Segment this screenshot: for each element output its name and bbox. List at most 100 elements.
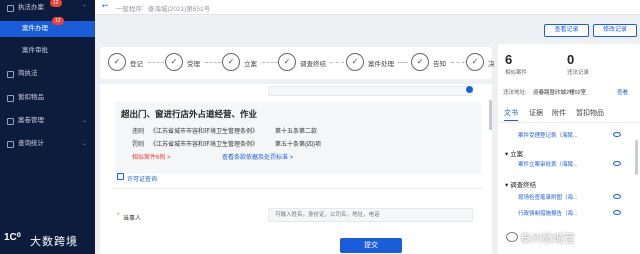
chevron-up-icon: ⌃	[81, 5, 87, 11]
gavel-icon	[7, 5, 14, 12]
scrollbar[interactable]	[635, 140, 638, 175]
tabs-divider	[498, 122, 640, 123]
sidebar-item-case-approval[interactable]: 案件审批	[0, 43, 95, 59]
address-view-link[interactable]: 查看	[617, 88, 628, 96]
scrollbar[interactable]	[489, 100, 492, 130]
step-label: 调查终结	[300, 61, 326, 68]
step-label: 登记	[130, 61, 143, 68]
check-icon: ✓	[165, 53, 183, 71]
breadcrumb-separator: |	[142, 3, 144, 10]
wechat-icon	[506, 232, 518, 242]
eye-icon[interactable]	[613, 161, 621, 166]
sidebar-item-label: 查询统计	[18, 140, 44, 147]
tab-seized-items[interactable]: 暂扣物品	[576, 108, 604, 118]
permit-query-link[interactable]: 许可证查询	[127, 174, 157, 183]
group-label: 调查终结	[510, 182, 537, 189]
party-input[interactable]	[268, 208, 473, 222]
address-label: 违法地址:	[503, 90, 527, 96]
chart-icon	[7, 141, 14, 148]
view-records-button[interactable]: 查看记录	[544, 24, 589, 37]
step-connector	[262, 62, 278, 63]
check-icon: ✓	[108, 53, 126, 71]
group-label: 立案	[510, 151, 524, 158]
check-icon: ✓	[222, 53, 240, 71]
document-link[interactable]: 案件立案审批表（海陵...	[518, 160, 578, 168]
check-icon: ✓	[278, 53, 296, 71]
watermark: 泰州微城管	[520, 233, 575, 245]
edit-records-button[interactable]: 修改记录	[593, 24, 637, 37]
check-icon: ✓	[346, 53, 364, 71]
step-label: 立案	[244, 61, 257, 68]
chevron-down-icon: ⌄	[81, 141, 87, 147]
violation-law: 《江苏省城市市容和环境卫生管理条例》	[150, 129, 259, 135]
step-label: 案件处理	[368, 61, 394, 68]
logo-icon: 1C⁰	[4, 232, 21, 243]
top-bar: ↩ 一般程序 | 泰海城(2021)第651号	[95, 0, 640, 15]
sidebar-item-statistics[interactable]: 查询统计 ⌄	[0, 136, 95, 152]
tab-documents[interactable]: 文书	[504, 108, 518, 121]
document-link[interactable]: 现场检查笔录附图（海...	[518, 193, 578, 201]
violation-records-label: 违法记录	[567, 70, 590, 76]
sidebar-item-label: 简执法	[18, 70, 38, 77]
violation-records-count: 0	[567, 52, 575, 67]
address-value: 迎春路暨欣城2幢02室	[533, 90, 587, 96]
tab-attachments[interactable]: 附件	[552, 108, 566, 118]
tab-evidence[interactable]: 证据	[529, 108, 543, 118]
permit-icon	[117, 173, 124, 180]
eye-icon[interactable]	[466, 86, 473, 93]
step-connector	[205, 62, 221, 63]
party-required-mark: *	[117, 213, 120, 219]
sidebar-item-case-handling[interactable]: 案件办理 12	[0, 17, 95, 37]
similar-cases-label: 相似案件	[505, 70, 528, 76]
sidebar-item-seized-items[interactable]: 暂扣物品	[0, 90, 95, 106]
logo-text: 大数跨境	[30, 236, 78, 248]
breadcrumb-procedure[interactable]: 一般程序	[116, 3, 142, 13]
step-connector	[330, 62, 344, 63]
sidebar-item-label: 暂扣物品	[18, 94, 44, 101]
sidebar: 执法办案 12 ⌃ 案件办理 12 案件审批 简执法 暂扣物品 案卷管理 ⌄ 查…	[0, 0, 95, 254]
case-title: 超出门、窗进行店外占道经营、作业	[121, 109, 258, 119]
chevron-down-icon: ⌄	[81, 118, 87, 124]
sidebar-item-label: 案卷管理	[18, 117, 44, 124]
violation-article: 第十五条第二款	[275, 129, 318, 135]
box-icon	[7, 95, 14, 102]
progress-steps: ✓ 登记 ✓ 受理 ✓ 立案 ✓ 调查终结 ✓ 案件处理 ✓ 告知 ✓ 决	[100, 47, 495, 79]
check-icon: ✓	[466, 53, 484, 71]
view-basis-link[interactable]: 查看条款依据及处罚标准 >	[222, 152, 293, 161]
step-connector	[148, 62, 164, 63]
penalty-label: 罚则	[132, 142, 145, 148]
folder-icon	[7, 118, 14, 125]
sidebar-item-file-management[interactable]: 案卷管理 ⌄	[0, 113, 95, 129]
status-badge: 12	[52, 17, 64, 25]
case-number: 泰海城(2021)第651号	[148, 6, 211, 13]
sidebar-item-enforcement[interactable]: 执法办案 12 ⌃	[0, 0, 95, 16]
eye-icon[interactable]	[613, 210, 621, 215]
eye-icon[interactable]	[613, 132, 621, 137]
violation-label: 违则	[132, 129, 145, 135]
document-icon	[7, 71, 14, 78]
document-link[interactable]: 案件受理登记表（海陵...	[518, 131, 578, 139]
submit-button[interactable]: 提交	[340, 238, 402, 253]
document-link[interactable]: 行政强制措施报告（海...	[518, 209, 578, 217]
sidebar-item-label: 案件审批	[22, 47, 48, 54]
step-label: 告知	[433, 61, 446, 68]
similar-cases-count: 6	[505, 52, 513, 67]
party-label: 当事人	[123, 216, 142, 222]
divider	[114, 188, 484, 189]
back-arrow-icon[interactable]: ↩	[102, 2, 108, 10]
step-label: 受理	[187, 61, 200, 68]
sidebar-item-label: 执法办案	[18, 4, 44, 11]
similar-cases-link[interactable]: 相似案件6例 >	[132, 152, 171, 161]
check-icon: ✓	[411, 53, 429, 71]
sidebar-item-label: 案件办理	[22, 25, 48, 32]
step-connector	[398, 62, 408, 63]
doc-group-file[interactable]: ▾ 立案	[505, 148, 523, 158]
eye-icon[interactable]	[613, 194, 621, 199]
doc-group-investigation[interactable]: ▾ 调查终结	[505, 179, 536, 189]
status-badge: 12	[50, 0, 62, 7]
sidebar-item-simple-enforcement[interactable]: 简执法	[0, 66, 95, 82]
step-label: 决	[488, 61, 495, 68]
top-input[interactable]	[268, 86, 473, 96]
penalty-law: 《江苏省城市市容和环境卫生管理条例》	[150, 142, 259, 148]
penalty-article: 第五十条第(四)项	[275, 142, 321, 148]
